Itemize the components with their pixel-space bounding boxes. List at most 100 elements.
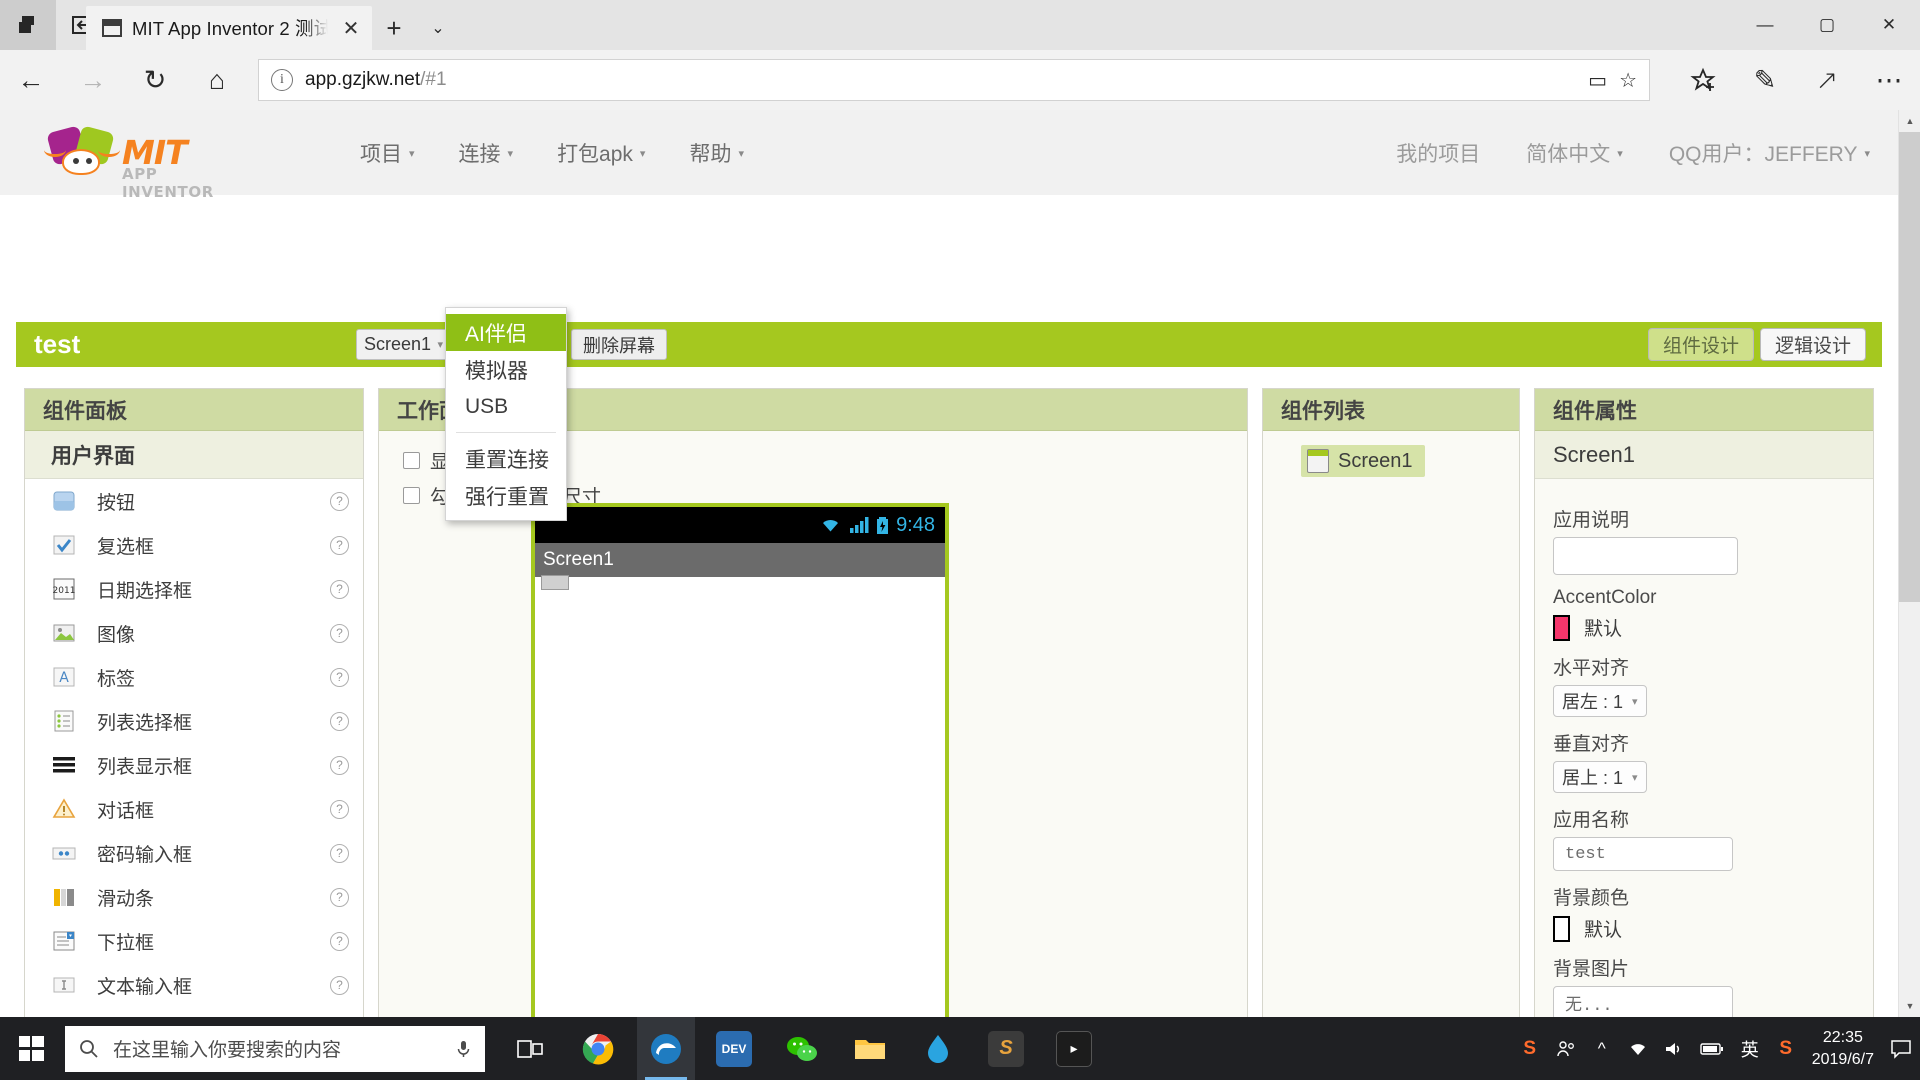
palette-item-checkbox[interactable]: 复选框 ? xyxy=(25,523,363,567)
ime-language-icon[interactable]: 英 xyxy=(1740,1036,1760,1062)
palette-section-user-interface[interactable]: 用户界面 xyxy=(25,431,363,479)
sogou-ime-icon[interactable]: S xyxy=(1776,1038,1796,1060)
tab-blocks[interactable]: 逻辑设计 xyxy=(1760,328,1866,361)
language-selector[interactable]: 简体中文 ▾ xyxy=(1526,138,1623,168)
close-tab-icon[interactable]: ✕ xyxy=(338,15,364,41)
forward-icon[interactable]: → xyxy=(62,50,124,110)
help-icon[interactable]: ? xyxy=(330,712,349,731)
browser-tab[interactable]: MIT App Inventor 2 测试 ✕ xyxy=(86,6,372,50)
background-color-swatch[interactable] xyxy=(1553,916,1570,942)
site-info-icon[interactable]: i xyxy=(271,69,293,91)
tab-stack-icon[interactable] xyxy=(0,0,56,50)
show-hidden-checkbox[interactable] xyxy=(403,452,420,469)
app-description-field[interactable] xyxy=(1553,537,1738,575)
screen-selector-dropdown[interactable]: Screen1 ▾ xyxy=(356,329,451,360)
palette-item-listpicker[interactable]: 列表选择框 ? xyxy=(25,699,363,743)
menu-item-usb[interactable]: USB xyxy=(446,388,566,425)
help-icon[interactable]: ? xyxy=(330,492,349,511)
refresh-icon[interactable]: ↻ xyxy=(124,50,186,110)
chevron-down-icon[interactable]: ⌄ xyxy=(416,6,460,50)
back-icon[interactable]: ← xyxy=(0,50,62,110)
background-image-field[interactable]: 无... xyxy=(1553,986,1733,1017)
palette-item-timepicker[interactable]: 8:10 时间选择框 ? xyxy=(25,1007,363,1017)
scrollbar-thumb[interactable] xyxy=(1899,132,1920,602)
background-color-picker[interactable]: 默认 xyxy=(1553,915,1855,942)
accent-color-picker[interactable]: 默认 xyxy=(1553,614,1855,641)
taskbar-browser-icon[interactable] xyxy=(909,1017,967,1080)
people-icon[interactable] xyxy=(1556,1039,1576,1059)
phone-resize-handle[interactable] xyxy=(541,575,569,590)
help-icon[interactable]: ? xyxy=(330,536,349,555)
remove-screen-button[interactable]: 删除屏幕 xyxy=(571,329,667,360)
phone-canvas[interactable] xyxy=(535,577,945,1017)
taskbar-search-box[interactable]: 在这里输入你要搜索的内容 xyxy=(65,1026,485,1072)
help-icon[interactable]: ? xyxy=(330,844,349,863)
phone-preview[interactable]: 9:48 Screen1 xyxy=(531,503,949,1017)
taskbar-chrome-icon[interactable] xyxy=(569,1017,627,1080)
menu-project[interactable]: 项目 ▾ xyxy=(360,138,415,168)
start-button[interactable] xyxy=(0,1017,62,1080)
palette-item-datepicker[interactable]: 2011 日期选择框 ? xyxy=(25,567,363,611)
maximize-button[interactable]: ▢ xyxy=(1796,0,1858,50)
palette-item-label[interactable]: A 标签 ? xyxy=(25,655,363,699)
help-icon[interactable]: ? xyxy=(330,580,349,599)
help-icon[interactable]: ? xyxy=(330,668,349,687)
menu-connect[interactable]: 连接 ▾ xyxy=(459,138,514,168)
hub-favorites-icon[interactable] xyxy=(1672,50,1734,110)
palette-item-button[interactable]: 按钮 ? xyxy=(25,479,363,523)
palette-item-spinner[interactable]: 下拉框 ? xyxy=(25,919,363,963)
favorite-star-icon[interactable]: ☆ xyxy=(1619,68,1637,93)
web-notes-icon[interactable]: ✎ xyxy=(1734,50,1796,110)
scroll-down-arrow[interactable]: ▼ xyxy=(1899,995,1920,1017)
taskbar-file-explorer-icon[interactable] xyxy=(841,1017,899,1080)
palette-item-textbox[interactable]: 文本输入框 ? xyxy=(25,963,363,1007)
show-hidden-icons-icon[interactable]: ^ xyxy=(1592,1039,1612,1059)
share-icon[interactable]: ↗ xyxy=(1796,50,1858,110)
palette-item-listview[interactable]: 列表显示框 ? xyxy=(25,743,363,787)
user-account-menu[interactable]: QQ用户：JEFFERY ▾ xyxy=(1669,138,1870,168)
help-icon[interactable]: ? xyxy=(330,888,349,907)
task-view-icon[interactable] xyxy=(501,1017,559,1080)
reading-view-icon[interactable]: ▭ xyxy=(1588,68,1607,93)
address-bar[interactable]: i app.gzjkw.net/#1 ▭ ☆ xyxy=(258,59,1650,101)
close-window-button[interactable]: ✕ xyxy=(1858,0,1920,50)
scroll-up-arrow[interactable]: ▲ xyxy=(1899,110,1920,132)
taskbar-edge-icon[interactable] xyxy=(637,1017,695,1080)
palette-item-notifier[interactable]: 对话框 ? xyxy=(25,787,363,831)
sogou-tray-icon[interactable]: S xyxy=(1520,1038,1540,1060)
connect-dropdown-menu[interactable]: AI伴侣 模拟器 USB 重置连接 强行重置 xyxy=(445,307,567,521)
settings-more-icon[interactable]: ⋯ xyxy=(1858,50,1920,110)
tablet-preview-checkbox[interactable] xyxy=(403,487,420,504)
help-icon[interactable]: ? xyxy=(330,976,349,995)
accent-color-swatch[interactable] xyxy=(1553,615,1570,641)
taskbar-dev-cpp-icon[interactable]: DEV xyxy=(705,1017,763,1080)
menu-help[interactable]: 帮助 ▾ xyxy=(689,138,744,168)
network-icon[interactable] xyxy=(1628,1040,1648,1058)
menu-item-reset-connection[interactable]: 重置连接 xyxy=(446,440,566,477)
help-icon[interactable]: ? xyxy=(330,800,349,819)
app-name-field[interactable]: test xyxy=(1553,837,1733,871)
taskbar-sublime-icon[interactable]: S xyxy=(977,1017,1035,1080)
volume-icon[interactable] xyxy=(1664,1040,1684,1058)
palette-item-image[interactable]: 图像 ? xyxy=(25,611,363,655)
help-icon[interactable]: ? xyxy=(330,756,349,775)
minimize-button[interactable]: — xyxy=(1734,0,1796,50)
palette-item-slider[interactable]: 滑动条 ? xyxy=(25,875,363,919)
action-center-icon[interactable] xyxy=(1890,1039,1912,1059)
help-icon[interactable]: ? xyxy=(330,932,349,951)
menu-build-apk[interactable]: 打包apk ▾ xyxy=(557,138,645,168)
component-tree-item-screen1[interactable]: Screen1 xyxy=(1301,445,1425,477)
tab-designer[interactable]: 组件设计 xyxy=(1648,328,1754,361)
menu-item-emulator[interactable]: 模拟器 xyxy=(446,351,566,388)
menu-item-hard-reset[interactable]: 强行重置 xyxy=(446,477,566,514)
vertical-align-select[interactable]: 居上 : 1 ▾ xyxy=(1553,761,1647,793)
page-scrollbar[interactable]: ▲ ▼ xyxy=(1898,110,1920,1017)
new-tab-button[interactable]: + xyxy=(372,6,416,50)
horizontal-align-select[interactable]: 居左 : 1 ▾ xyxy=(1553,685,1647,717)
taskbar-wechat-icon[interactable] xyxy=(773,1017,831,1080)
battery-tray-icon[interactable] xyxy=(1700,1042,1724,1056)
search-input[interactable]: 在这里输入你要搜索的内容 xyxy=(113,1035,442,1062)
home-icon[interactable]: ⌂ xyxy=(186,50,248,110)
help-icon[interactable]: ? xyxy=(330,624,349,643)
taskbar-terminal-icon[interactable]: ▸ xyxy=(1045,1017,1103,1080)
